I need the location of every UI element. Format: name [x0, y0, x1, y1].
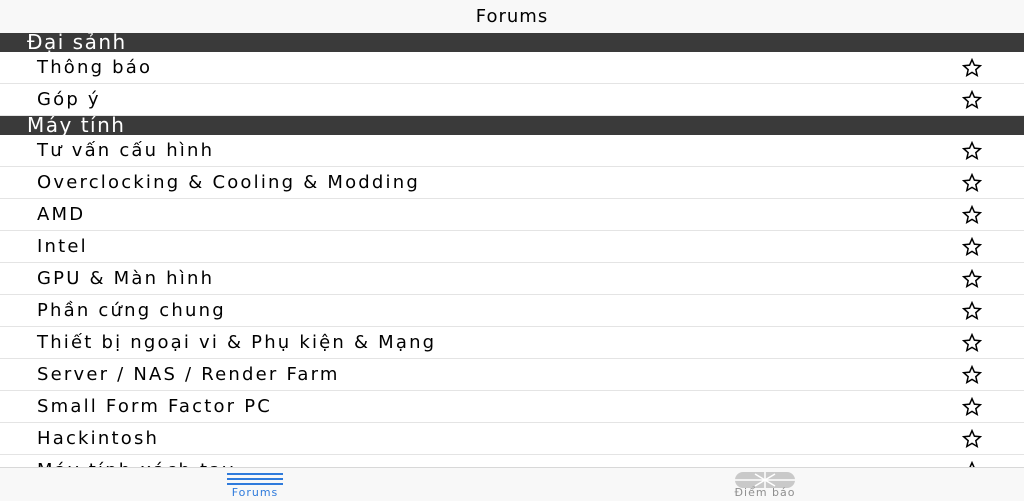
forum-row[interactable]: Máy tính xách tay: [0, 455, 1024, 467]
star-outline-icon[interactable]: [962, 205, 982, 225]
forum-row-thong-bao[interactable]: Thông báo: [0, 52, 1024, 84]
forum-row-label: Server / NAS / Render Farm: [37, 364, 340, 385]
star-outline-icon[interactable]: [962, 301, 982, 321]
tab-diem-bao-label: Điểm báo: [734, 486, 796, 499]
forum-row-label: Thiết bị ngoại vi & Phụ kiện & Mạng: [37, 332, 437, 353]
forum-row-label: GPU & Màn hình: [37, 268, 215, 289]
forum-row-label: Tư vấn cấu hình: [37, 140, 215, 161]
section-header-may-tinh: Máy tính: [0, 116, 1024, 135]
forum-row[interactable]: Hackintosh: [0, 423, 1024, 455]
star-outline-icon[interactable]: [962, 269, 982, 289]
tab-forums-label: Forums: [231, 486, 279, 499]
star-outline-icon[interactable]: [962, 173, 982, 193]
forum-row-gop-y[interactable]: Góp ý: [0, 84, 1024, 116]
forum-row[interactable]: Phần cứng chung: [0, 295, 1024, 327]
forum-row[interactable]: Server / NAS / Render Farm: [0, 359, 1024, 391]
forum-row[interactable]: Overclocking & Cooling & Modding: [0, 167, 1024, 199]
forum-row-label: Small Form Factor PC: [37, 396, 273, 417]
forum-row-label: Góp ý: [37, 89, 101, 110]
tab-diem-bao[interactable]: Điểm báo: [690, 468, 840, 501]
star-outline-icon[interactable]: [962, 429, 982, 449]
forum-row-label: AMD: [37, 204, 86, 225]
forum-row[interactable]: Tư vấn cấu hình: [0, 135, 1024, 167]
forum-row[interactable]: Thiết bị ngoại vi & Phụ kiện & Mạng: [0, 327, 1024, 359]
forum-list[interactable]: Đại sảnh Thông báo Góp ý Máy tính Tư vấn…: [0, 33, 1024, 467]
star-outline-icon[interactable]: [962, 90, 982, 110]
navigation-bar: Forums: [0, 0, 1024, 33]
tab-forums[interactable]: Forums: [180, 468, 330, 501]
forum-row-label: Phần cứng chung: [37, 300, 226, 321]
star-outline-icon[interactable]: [962, 141, 982, 161]
forum-row-label: Overclocking & Cooling & Modding: [37, 172, 420, 193]
star-outline-icon[interactable]: [962, 237, 982, 257]
tab-bar: Forums Điểm báo: [0, 467, 1024, 501]
forum-row[interactable]: Small Form Factor PC: [0, 391, 1024, 423]
star-outline-icon[interactable]: [962, 333, 982, 353]
forum-row-label: Thông báo: [37, 57, 153, 78]
forum-row-label: Máy tính xách tay: [37, 455, 235, 467]
forum-row-label: Hackintosh: [37, 428, 160, 449]
forum-row[interactable]: GPU & Màn hình: [0, 263, 1024, 295]
section-header-dai-sanh: Đại sảnh: [0, 33, 1024, 52]
page-title: Forums: [475, 6, 549, 27]
list-lines-icon: [227, 473, 283, 485]
star-outline-icon[interactable]: [962, 365, 982, 385]
star-outline-icon[interactable]: [962, 58, 982, 78]
forum-row[interactable]: AMD: [0, 199, 1024, 231]
forum-row[interactable]: Intel: [0, 231, 1024, 263]
forum-row-label: Intel: [37, 236, 88, 257]
star-outline-icon[interactable]: [962, 397, 982, 417]
